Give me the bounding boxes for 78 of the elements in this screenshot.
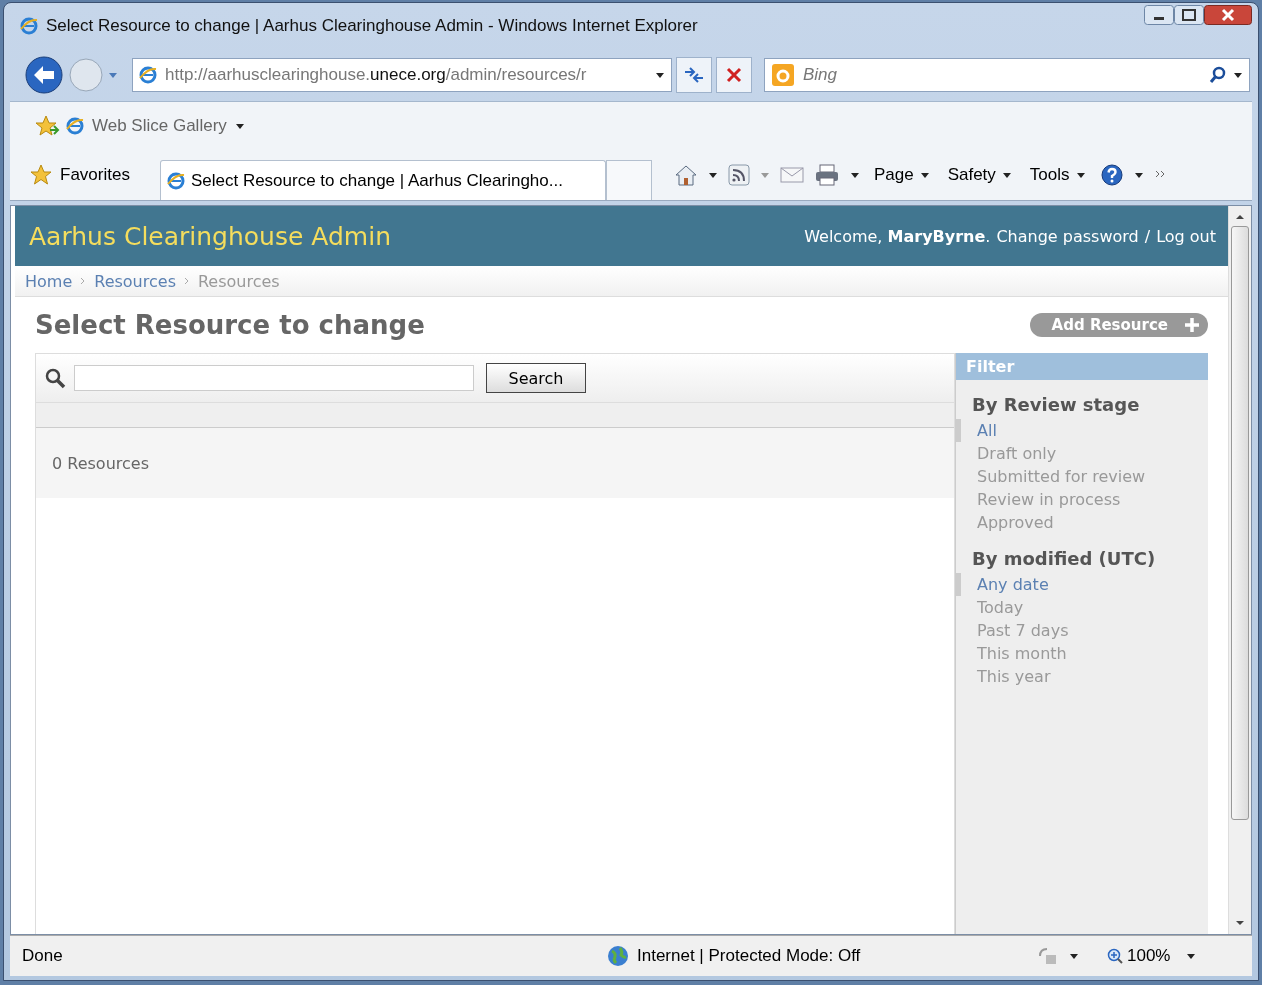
welcome-text: Welcome, MaryByrne. (804, 226, 991, 246)
add-favorites-icon[interactable] (34, 114, 60, 138)
caret-icon[interactable] (234, 122, 245, 130)
help-icon[interactable] (1099, 163, 1124, 187)
filter-option[interactable]: Review in process (955, 488, 1208, 511)
breadcrumb-link[interactable]: Resources (94, 271, 176, 291)
caret-icon[interactable] (849, 171, 860, 179)
home-icon[interactable] (673, 164, 698, 186)
search-icon (44, 367, 66, 389)
ie-icon (20, 17, 38, 35)
add-resource-button[interactable]: Add Resource (1029, 313, 1208, 337)
ie-icon (66, 117, 84, 135)
globe-icon (607, 945, 629, 967)
search-field[interactable] (74, 365, 474, 391)
caret-icon[interactable] (919, 171, 930, 179)
scroll-thumb[interactable] (1231, 226, 1249, 820)
printer-icon[interactable] (813, 163, 840, 187)
address-field[interactable]: http://aarhusclearinghouse.unece.org/admin/resources/r (132, 58, 672, 92)
site-title: Aarhus Clearinghouse Admin (29, 221, 392, 251)
search-icon[interactable] (1209, 66, 1227, 84)
caret-icon[interactable] (1233, 71, 1243, 79)
filter-option[interactable]: All (955, 419, 1208, 442)
filter-option[interactable]: This month (955, 642, 1208, 665)
search-button[interactable]: Search (486, 363, 586, 393)
breadcrumb-current: Resources (197, 271, 280, 291)
filter-option[interactable]: This year (955, 665, 1208, 688)
ie-icon (166, 171, 185, 190)
user-link[interactable]: Change password (996, 226, 1139, 246)
feed-icon[interactable] (727, 164, 750, 186)
caret-icon[interactable] (1186, 952, 1197, 960)
separator-text: / (1144, 226, 1151, 246)
search-engine-icon (771, 63, 795, 87)
zoom-icon (1107, 948, 1123, 964)
favorites-button[interactable]: Favorites (30, 164, 130, 186)
minimize-button[interactable] (1144, 5, 1174, 25)
caret-icon[interactable] (707, 171, 718, 179)
arrow-down-icon (1236, 920, 1244, 926)
caret-icon[interactable] (1133, 171, 1144, 179)
url-text: http://aarhusclearinghouse.unece.org/admin/resources/r (165, 65, 588, 85)
caret-icon[interactable] (655, 71, 665, 79)
maximize-button[interactable] (1174, 5, 1204, 25)
back-button[interactable] (24, 55, 64, 95)
menu-button[interactable]: Tools (1029, 165, 1086, 185)
chevron-icon (183, 277, 190, 285)
close-button[interactable] (1204, 5, 1252, 25)
caret-icon[interactable] (1075, 171, 1086, 179)
stop-icon[interactable] (716, 57, 752, 93)
scrollbar[interactable] (1228, 206, 1251, 934)
refresh-icon[interactable] (676, 57, 712, 93)
web-slice-gallery-button[interactable]: Web Slice Gallery (66, 116, 245, 136)
menu-button[interactable]: Page (873, 165, 930, 185)
breadcrumb-link[interactable]: Home (25, 271, 73, 291)
filter-option[interactable]: Submitted for review (955, 465, 1208, 488)
filter-title: Filter (956, 353, 1208, 380)
arrow-up-icon (1236, 214, 1244, 220)
caret-icon[interactable] (1001, 171, 1012, 179)
filter-option[interactable]: Draft only (955, 442, 1208, 465)
status-text: Done (22, 946, 64, 966)
result-count: 0 Resources (52, 453, 149, 473)
search-box[interactable]: Bing (764, 58, 1250, 92)
plus-icon (1182, 315, 1202, 335)
filter-group-title: By modified (UTC) (971, 547, 1157, 571)
zoom-button[interactable]: 100% (1101, 945, 1177, 967)
browser-tab[interactable]: Select Resource to change | Aarhus Clearingho... (159, 160, 606, 200)
caret-icon[interactable] (1069, 952, 1079, 960)
menu-button[interactable]: Safety (947, 165, 1012, 185)
chevron-icon (80, 277, 87, 285)
filter-group-title: By Review stage (971, 393, 1141, 417)
user-link[interactable]: Log out (1156, 226, 1216, 246)
filter-option[interactable]: Any date (955, 573, 1208, 596)
window-title: Select Resource to change | Aarhus Clearinghouse Admin - Windows Internet Explorer (46, 16, 699, 36)
filter-option[interactable]: Approved (955, 511, 1208, 534)
filter-option[interactable]: Today (955, 596, 1208, 619)
page-heading: Select Resource to change (35, 310, 426, 340)
zone-text: Internet | Protected Mode: Off (637, 946, 861, 966)
page-icon (139, 66, 157, 84)
star-icon (30, 164, 52, 186)
filter-option[interactable]: Past 7 days (955, 619, 1208, 642)
